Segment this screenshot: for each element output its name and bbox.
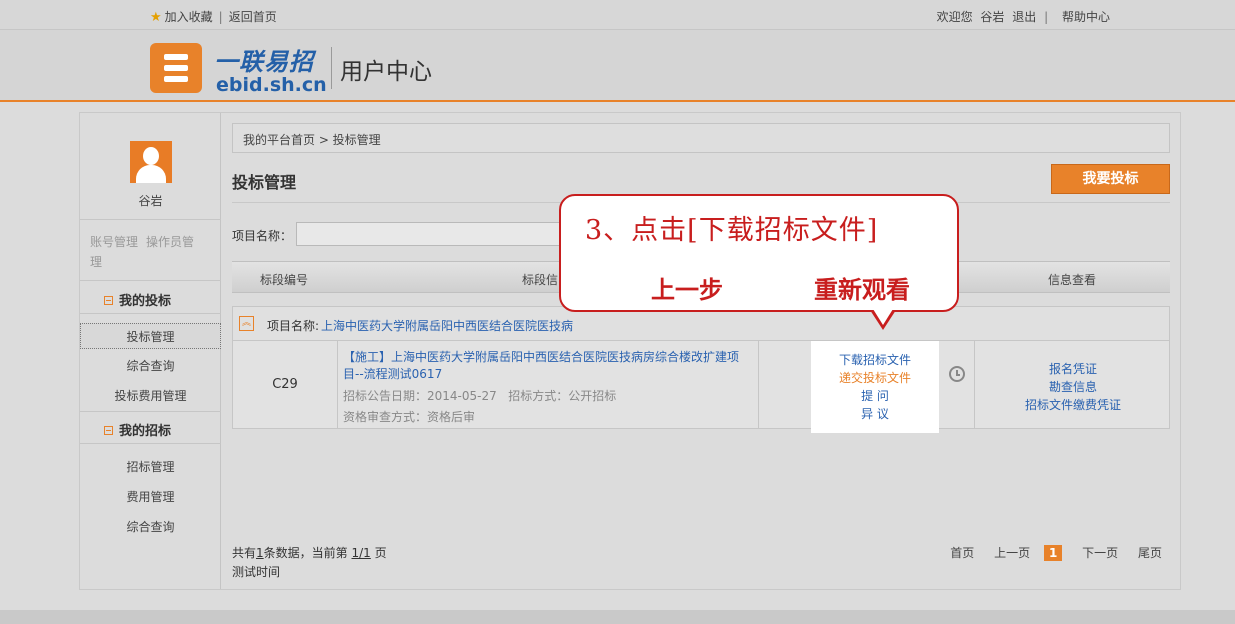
sidebar-section-my-bids[interactable]: 我的投标 [104, 290, 171, 309]
footer-bar [0, 610, 1235, 624]
sidebar-item-bid-management[interactable]: 投标管理 [80, 323, 221, 349]
previous-step-button[interactable]: 上一步 [651, 270, 723, 305]
top-bar-left: ★ 加入收藏 | 返回首页 [150, 8, 277, 25]
divider [80, 411, 221, 412]
section-title: 我的投标 [119, 294, 172, 309]
sidebar-item-tender-management[interactable]: 招标管理 [80, 454, 221, 480]
alarm-clock-icon[interactable] [949, 366, 965, 382]
user-name-link[interactable]: 谷岩 [980, 10, 1004, 24]
table-row: C29 【施工】上海中医药大学附属岳阳中西医结合医院医技病房综合楼改扩建项目--… [232, 341, 1171, 433]
test-time: 测试时间 [232, 565, 281, 579]
pager-text: 条数据，当前第 [263, 546, 348, 560]
review-method: 资格审查方式：资格后审 [343, 410, 476, 424]
operations-box: 下载招标文件 递交投标文件 提 问 异 议 [811, 341, 939, 433]
top-bar: ★ 加入收藏 | 返回首页 欢迎您 谷岩 退出 | 帮助中心 [0, 0, 1235, 30]
divider [758, 341, 759, 428]
logo-url: ebid.sh.cn [216, 74, 327, 96]
collapse-icon [104, 296, 113, 305]
account-links: 账号管理 操作员管理 [90, 232, 212, 272]
callout-tail-inner [873, 309, 893, 325]
chevron-up-icon[interactable]: ︽ [239, 316, 254, 331]
sidebar-item-fee-management[interactable]: 费用管理 [80, 484, 221, 510]
back-home-link[interactable]: 返回首页 [229, 10, 277, 24]
sidebar-user-name: 谷岩 [138, 194, 163, 208]
main-panel: 谷岩 账号管理 操作员管理 我的投标 投标管理 综合查询 投标费用管理 我的招标 … [79, 112, 1181, 590]
download-tender-doc-link[interactable]: 下载招标文件 [811, 351, 939, 368]
star-icon: ★ [150, 10, 162, 25]
tender-method: 招标方式：公开招标 [508, 389, 617, 403]
sidebar-item-tender-query[interactable]: 综合查询 [80, 514, 221, 540]
project-label: 项目名称: [267, 319, 320, 333]
welcome-text: 欢迎您 [936, 10, 973, 24]
divider: | [218, 10, 223, 24]
logout-link[interactable]: 退出 [1012, 10, 1036, 24]
survey-info-link[interactable]: 勘查信息 [975, 378, 1171, 395]
objection-link[interactable]: 异 议 [811, 405, 939, 422]
tutorial-callout: 3、点击[下载招标文件] 上一步 重新观看 [559, 194, 959, 330]
header: 一联易招 ebid.sh.cn 用户中心 [0, 30, 1235, 102]
prev-page-link[interactable]: 上一页 [994, 546, 1030, 560]
divider [80, 313, 221, 314]
section-code: C29 [272, 377, 298, 392]
collapse-icon [104, 426, 113, 435]
sidebar-item-bid-query[interactable]: 综合查询 [80, 353, 221, 379]
sidebar-item-bid-fee-management[interactable]: 投标费用管理 [80, 383, 221, 409]
avatar[interactable] [130, 141, 172, 183]
page-indicator: 1/1 [351, 546, 371, 560]
account-mgmt-link[interactable]: 账号管理 [90, 235, 138, 249]
column-header-code: 标段编号 [260, 273, 309, 287]
registration-voucher-link[interactable]: 报名凭证 [975, 360, 1171, 377]
project-name-link[interactable]: 上海中医药大学附属岳阳中西医结合医院医技病 [321, 317, 573, 334]
user-center-title: 用户中心 [340, 59, 432, 85]
total-count: 1 [256, 546, 264, 560]
next-page-link[interactable]: 下一页 [1082, 546, 1118, 560]
project-name-label: 项目名称： [232, 229, 293, 243]
pager-info: 共有1条数据，当前第 1/1 页 [232, 544, 387, 561]
last-page-link[interactable]: 尾页 [1138, 546, 1162, 560]
doc-fee-voucher-link[interactable]: 招标文件缴费凭证 [975, 396, 1171, 413]
divider: | [1044, 10, 1049, 24]
project-name-input[interactable] [296, 222, 596, 246]
current-page[interactable]: 1 [1043, 545, 1063, 561]
section-title-link[interactable]: 【施工】上海中医药大学附属岳阳中西医结合医院医技病房综合楼改扩建项目--流程测试… [343, 349, 753, 383]
sidebar: 谷岩 账号管理 操作员管理 我的投标 投标管理 综合查询 投标费用管理 我的招标 … [80, 113, 221, 589]
divider [337, 341, 338, 428]
divider [80, 443, 221, 444]
replay-button[interactable]: 重新观看 [814, 270, 910, 305]
announce-date: 招标公告日期：2014-05-27 [343, 389, 497, 403]
top-bar-right: 欢迎您 谷岩 退出 | 帮助中心 [933, 8, 1110, 25]
page-title: 投标管理 [232, 173, 297, 192]
breadcrumb: 我的平台首页 > 投标管理 [232, 123, 1170, 153]
logo-text: 一联易招 [214, 47, 314, 76]
divider [80, 219, 221, 220]
first-page-link[interactable]: 首页 [950, 546, 974, 560]
add-favorite-link[interactable]: 加入收藏 [165, 10, 213, 24]
section-title: 我的招标 [119, 424, 172, 439]
section-meta: 招标公告日期：2014-05-27 招标方式：公开招标 [343, 387, 616, 404]
logo-icon[interactable] [150, 43, 202, 93]
submit-bid-button[interactable]: 我要投标 [1051, 164, 1170, 194]
help-center-link[interactable]: 帮助中心 [1062, 10, 1110, 24]
sidebar-section-my-tenders[interactable]: 我的招标 [104, 420, 171, 439]
callout-instruction: 3、点击[下载招标文件] [585, 215, 879, 246]
header-divider [331, 47, 332, 89]
column-header-view: 信息查看 [1048, 273, 1097, 287]
pager-text: 共有 [232, 546, 257, 560]
question-link[interactable]: 提 问 [811, 387, 939, 404]
divider [80, 280, 221, 281]
pager-text: 页 [374, 546, 387, 560]
column-header-info: 标段信 [522, 273, 559, 287]
pagination: 首页 上一页 1 下一页 尾页 [934, 544, 1162, 561]
submit-bid-doc-link[interactable]: 递交投标文件 [811, 369, 939, 386]
